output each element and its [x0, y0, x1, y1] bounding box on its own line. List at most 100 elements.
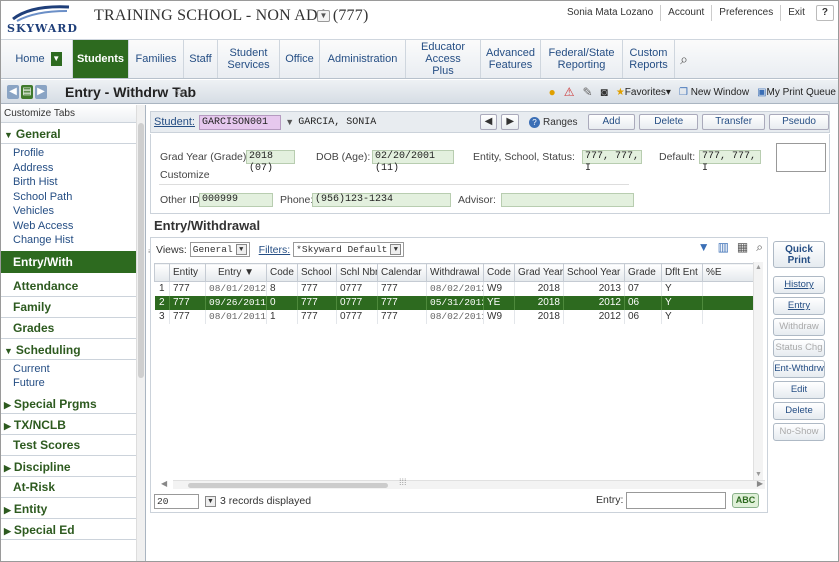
column-header[interactable]: School Year [563, 263, 625, 282]
status-chg-button[interactable]: Status Chg [773, 339, 825, 357]
table-row[interactable]: 3 777 08/01/2011 1 777 0777 777 08/02/2011 W9 201… [154, 309, 758, 324]
new-window-link[interactable]: ❐ New Window [679, 87, 749, 98]
filters-link[interactable]: Filters: [259, 244, 291, 256]
pseudo-button[interactable]: Pseudo [769, 114, 829, 130]
scroll-left-icon[interactable]: ◀ [161, 479, 167, 488]
column-header[interactable]: School [297, 263, 337, 282]
back-icon[interactable]: ◀ [7, 85, 19, 99]
table-row[interactable]: 2 777 09/26/2011 0 777 0777 777 05/31/2012 YE 201… [154, 295, 758, 310]
ent-wthdrw-button[interactable]: Ent-Wthdrw [773, 360, 825, 378]
edit-button[interactable]: Edit [773, 381, 825, 399]
history-button[interactable]: History [773, 276, 825, 294]
per-page-dropdown-icon[interactable]: ▼ [205, 495, 216, 507]
sidebar-section-entity[interactable]: ▶ Entity [1, 498, 145, 519]
export-icon[interactable]: ▦ [737, 240, 748, 255]
sidebar-section-tx-nclb[interactable]: ▶ TX/NCLB [1, 414, 145, 435]
notes-icon[interactable]: ✎ [583, 85, 593, 99]
sidebar-item-test-scores[interactable]: Test Scores [1, 435, 145, 456]
help-button[interactable]: ? [815, 5, 834, 21]
column-header[interactable]: Code [483, 263, 515, 282]
column-header[interactable]: Code [266, 263, 298, 282]
column-header[interactable]: Dflt Ent [661, 263, 703, 282]
sidebar-item-address[interactable]: Address [1, 161, 145, 176]
student-id-field[interactable]: GARCISON001 [198, 114, 282, 130]
spellcheck-abc-button[interactable]: ABC [732, 493, 759, 508]
column-header[interactable]: Grade [624, 263, 662, 282]
sidebar-section-scheduling[interactable]: ▼ Scheduling [1, 339, 145, 360]
transfer-button[interactable]: Transfer [702, 114, 766, 130]
entry-button[interactable]: Entry [773, 297, 825, 315]
column-header[interactable]: Schl Nbr [336, 263, 378, 282]
zoom-icon[interactable]: ⌕ [756, 240, 763, 255]
sidebar-item-vehicles[interactable]: Vehicles [1, 204, 145, 219]
warning-icon[interactable]: ⚠ [564, 85, 575, 99]
school-dropdown-button[interactable]: ▼ [317, 10, 330, 22]
preferences-link[interactable]: Preferences [711, 5, 780, 21]
sidebar-item-school-path[interactable]: School Path [1, 190, 145, 205]
scroll-up-icon[interactable]: ▲ [755, 264, 762, 271]
ranges-link[interactable]: ? Ranges [529, 116, 578, 128]
quick-print-button[interactable]: Quick Print [773, 241, 825, 268]
tab-administration[interactable]: Administration [320, 40, 406, 78]
tab-office[interactable]: Office [280, 40, 320, 78]
sidebar-section-special-prgms[interactable]: ▶ Special Prgms [1, 393, 145, 414]
favorites-menu[interactable]: ★Favorites▾ [616, 87, 671, 98]
menu-icon[interactable]: ▤ [21, 85, 33, 99]
tab-students[interactable]: Students [73, 40, 129, 78]
sidebar-item-web-access[interactable]: Web Access [1, 219, 145, 234]
sidebar-item-future[interactable]: Future [1, 376, 145, 391]
sidebar-item-current[interactable]: Current [1, 362, 145, 377]
camera-icon[interactable]: ◙ [601, 85, 608, 99]
student-dropdown-icon[interactable]: ▼ [285, 117, 294, 127]
scroll-right-icon[interactable]: ▶ [757, 479, 763, 488]
tab-educator-access-plus[interactable]: Educator Access Plus [406, 40, 481, 78]
tab-federal-state-reporting[interactable]: Federal/State Reporting [541, 40, 623, 78]
column-header[interactable]: Withdrawal [426, 263, 484, 282]
exit-link[interactable]: Exit [780, 5, 812, 21]
entry-search-input[interactable] [626, 492, 726, 509]
views-select[interactable]: General ▼ [189, 242, 250, 257]
print-queue-link[interactable]: ▣My Print Queue [757, 87, 836, 98]
tab-home[interactable]: Home ▼ [5, 40, 73, 78]
home-dropdown-icon[interactable]: ▼ [50, 52, 62, 66]
delete-button[interactable]: Delete [639, 114, 699, 130]
grid-horizontal-scrollbar[interactable]: ◀ ⁞⁞⁞ ▶ [161, 477, 765, 489]
column-header[interactable]: Entity [169, 263, 206, 282]
sidebar-item-grades[interactable]: Grades [1, 318, 145, 339]
table-row[interactable]: 1 777 08/01/2012 8 777 0777 777 08/02/2012 W9 201… [154, 281, 758, 296]
grid-vertical-scrollbar[interactable]: ▲ ▼ [753, 262, 763, 480]
skyward-logo[interactable]: SKYWARD [7, 3, 87, 37]
next-student-button[interactable]: ▶ [501, 114, 520, 130]
delete-record-button[interactable]: Delete [773, 402, 825, 420]
column-header[interactable]: Grad Year [514, 263, 564, 282]
no-show-button[interactable]: No-Show [773, 423, 825, 441]
tab-student-services[interactable]: Student Services [218, 40, 280, 78]
filters-select[interactable]: *Skyward Default ▼ [293, 242, 405, 257]
sidebar-item-birth-hist[interactable]: Birth Hist [1, 175, 145, 190]
sidebar-item-attendance[interactable]: Attendance [1, 276, 145, 297]
alert-icon[interactable]: ● [549, 85, 556, 99]
sidebar-item-entry-with[interactable]: Entry/With [1, 250, 145, 273]
records-per-page-input[interactable]: 20 [154, 493, 199, 509]
sidebar-item-change-hist[interactable]: Change Hist [1, 233, 145, 248]
withdraw-button[interactable]: Withdraw [773, 318, 825, 336]
sidebar-item-profile[interactable]: Profile [1, 146, 145, 161]
forward-icon[interactable]: ▶ [35, 85, 47, 99]
column-header[interactable]: %E [702, 263, 758, 282]
sidebar-item-at-risk[interactable]: At-Risk [1, 477, 145, 498]
sidebar-section-general[interactable]: ▼ General [1, 123, 145, 144]
tab-families[interactable]: Families [129, 40, 184, 78]
tab-advanced-features[interactable]: Advanced Features [481, 40, 541, 78]
account-link[interactable]: Account [660, 5, 711, 21]
scroll-down-icon[interactable]: ▼ [755, 471, 762, 478]
sidebar-scroll-thumb[interactable] [138, 123, 144, 378]
favorite-star-icon[interactable]: ☆ [174, 84, 186, 100]
student-label-link[interactable]: Student: [154, 116, 195, 128]
tab-staff[interactable]: Staff [184, 40, 218, 78]
sidebar-section-special-ed[interactable]: ▶ Special Ed [1, 519, 145, 540]
customize-link[interactable]: Customize [160, 169, 210, 181]
sidebar-scrollbar[interactable] [136, 105, 145, 561]
filter-icon[interactable]: ▼ [698, 240, 710, 255]
customize-tabs-link[interactable]: Customize Tabs [1, 105, 145, 123]
column-header[interactable]: Calendar [377, 263, 427, 282]
